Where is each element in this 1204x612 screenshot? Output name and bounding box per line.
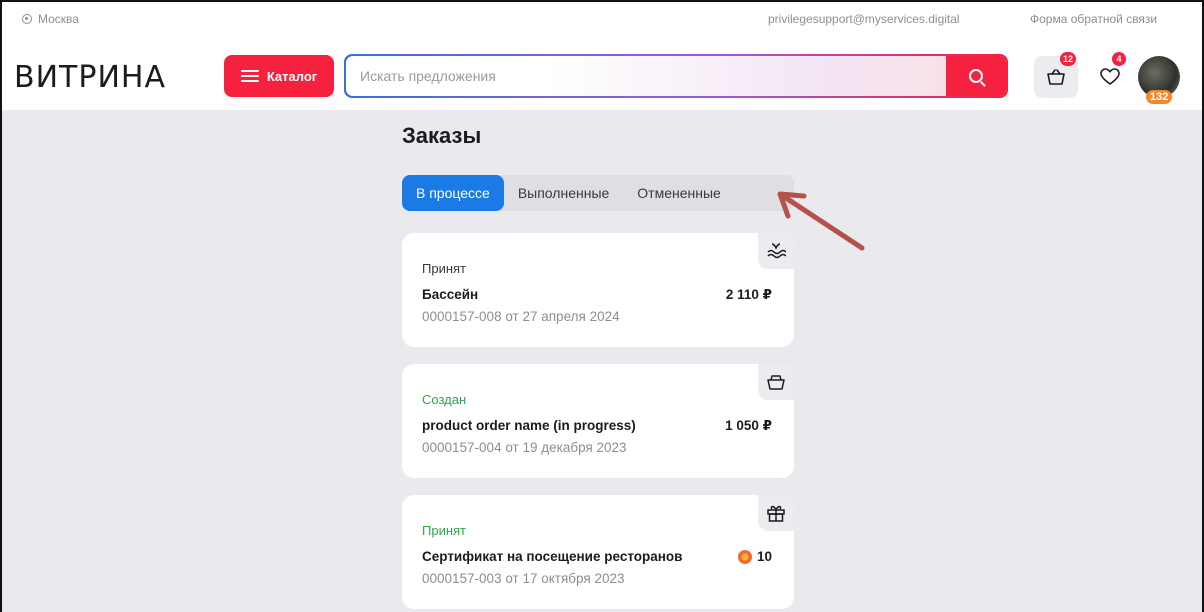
cart-count-badge: 12	[1059, 52, 1076, 66]
tab-in-progress[interactable]: В процессе	[402, 175, 504, 211]
coin-icon	[737, 549, 752, 564]
tab-completed[interactable]: Выполненные	[504, 175, 623, 211]
order-number-date: 0000157-008 от 27 апреля 2024	[422, 309, 620, 324]
order-price-value: 2 110 ₽	[725, 287, 772, 302]
tab-cancelled[interactable]: Отмененные	[623, 175, 735, 211]
gift-icon	[767, 505, 785, 522]
order-status: Принят	[422, 261, 467, 276]
order-status: Создан	[422, 392, 467, 407]
location-pin-icon	[22, 14, 32, 24]
city-label: Москва	[38, 12, 79, 26]
search-icon	[969, 69, 983, 83]
card-icon-container	[758, 364, 794, 400]
order-card[interactable]: Принят Бассейн 2 110 ₽ 0000157-008 от 27…	[402, 233, 794, 347]
catalog-button[interactable]: Каталог	[224, 55, 334, 97]
heart-icon	[1100, 68, 1120, 85]
feedback-form-link[interactable]: Форма обратной связи	[1030, 12, 1157, 26]
top-bar: Москва privilegesupport@myservices.digit…	[2, 2, 1202, 42]
basket-icon	[1047, 69, 1065, 85]
order-name: product order name (in progress)	[422, 418, 636, 433]
order-tabs: В процессе Выполненные Отмененные	[402, 175, 794, 211]
header: ВИТРИНА Каталог 12 4 132	[2, 42, 1202, 110]
order-price: 1 050 ₽	[725, 418, 772, 434]
search-input[interactable]	[346, 56, 946, 96]
favorites-button[interactable]: 4	[1088, 52, 1132, 98]
search-button[interactable]	[946, 56, 1006, 96]
order-card[interactable]: Создан product order name (in progress) …	[402, 364, 794, 478]
pool-icon	[767, 243, 786, 259]
order-price-value: 10	[756, 549, 772, 564]
menu-icon	[240, 70, 259, 82]
order-price: 10	[737, 549, 772, 564]
order-number-date: 0000157-004 от 19 декабря 2023	[422, 440, 627, 455]
page-title: Заказы	[402, 123, 482, 148]
order-status: Принят	[422, 523, 467, 538]
city-selector[interactable]: Москва	[22, 12, 79, 26]
card-icon-container	[758, 495, 794, 531]
cart-button[interactable]: 12	[1034, 52, 1078, 98]
avatar[interactable]: 132	[1138, 56, 1180, 104]
order-number-date: 0000157-003 от 17 октября 2023	[422, 571, 625, 586]
points-badge: 132	[1146, 90, 1173, 104]
favorites-count-badge: 4	[1112, 52, 1126, 66]
card-icon-container	[758, 233, 794, 269]
order-card[interactable]: Принят Сертификат на посещение ресторано…	[402, 495, 794, 609]
support-email-link[interactable]: privilegesupport@myservices.digital	[768, 12, 960, 26]
order-name: Бассейн	[422, 287, 479, 302]
logo[interactable]: ВИТРИНА	[14, 60, 166, 95]
order-name: Сертификат на посещение ресторанов	[422, 549, 683, 564]
catalog-label: Каталог	[266, 68, 318, 84]
order-price-value: 1 050 ₽	[725, 418, 772, 433]
search-bar	[344, 54, 1008, 98]
basket-icon	[767, 375, 785, 390]
order-price: 2 110 ₽	[726, 287, 772, 303]
